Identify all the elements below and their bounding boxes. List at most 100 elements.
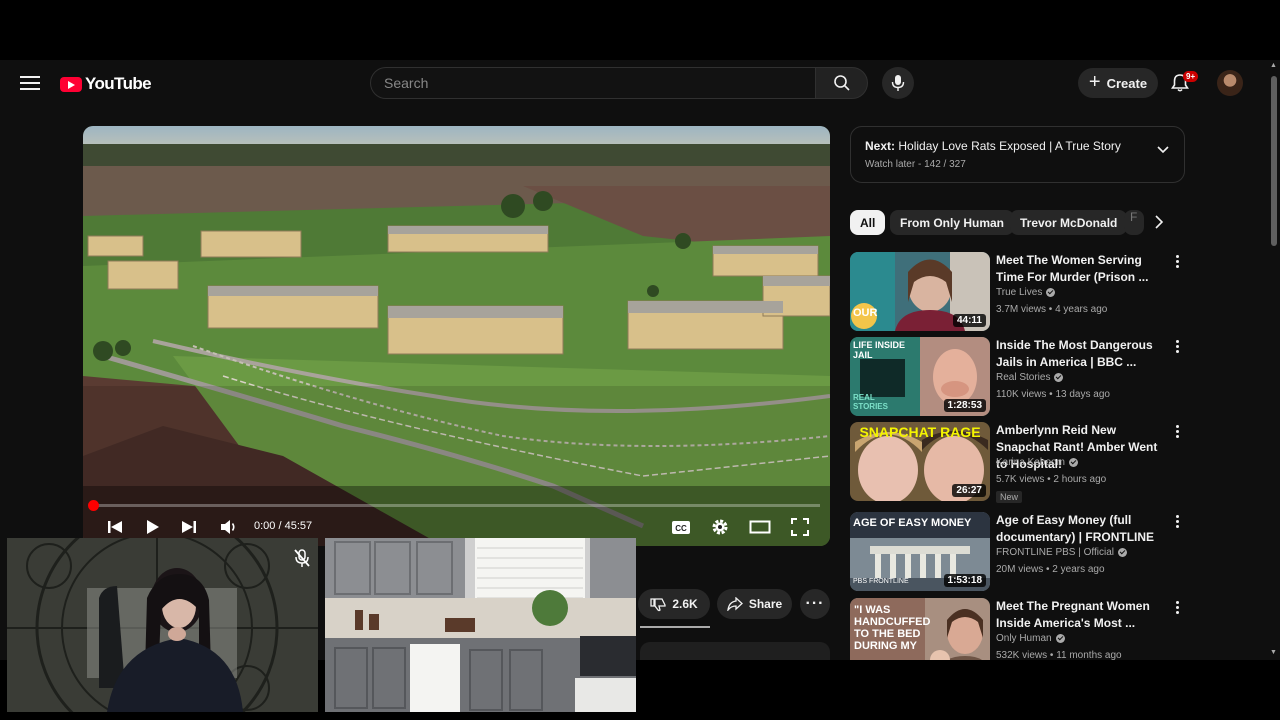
duration-badge: 1:53:18 [943, 574, 986, 587]
search-button[interactable] [815, 67, 868, 99]
streamer-webcam [7, 538, 318, 712]
youtube-play-logo-icon [60, 76, 82, 92]
scroll-down-arrow-icon[interactable]: ▼ [1270, 649, 1278, 656]
video-thumbnail[interactable]: AGE OF EASY MONEY PBS FRONTLINE 1:53:18 [850, 512, 990, 591]
volume-button[interactable] [218, 516, 240, 538]
chip-trevor-mcdonald[interactable]: Trevor McDonald [1010, 210, 1128, 235]
recommendation-item[interactable]: OUR 44:11 Meet The Women Serving Time Fo… [850, 252, 1190, 332]
duration-badge: 44:11 [952, 314, 986, 327]
verified-icon [1054, 373, 1064, 382]
video-meta: 532K views • 11 months ago [996, 650, 1122, 660]
chevron-right-icon[interactable] [1154, 214, 1164, 230]
chip-from-only-human[interactable]: From Only Human [890, 210, 1015, 235]
more-options-icon[interactable] [1174, 425, 1182, 440]
duration-badge: 26:27 [952, 484, 986, 497]
more-options-icon[interactable] [1174, 340, 1182, 355]
top-bar: YouTube Search + Create 9+ [0, 60, 1280, 106]
more-horizontal-icon: ··· [805, 595, 825, 612]
video-frame-aerial-prison [83, 126, 830, 546]
video-title[interactable]: Meet The Pregnant Women Inside America's… [996, 598, 1166, 632]
duration-badge: 1:28:53 [943, 399, 986, 412]
theater-mode-icon [749, 520, 771, 534]
more-options-icon[interactable] [1174, 601, 1182, 616]
skip-next-icon [182, 521, 196, 533]
dislike-button[interactable]: 2.6K [638, 589, 710, 619]
chip-all[interactable]: All [850, 210, 886, 235]
next-button[interactable] [179, 516, 199, 538]
menu-icon[interactable] [18, 72, 42, 94]
new-badge: New [996, 491, 1023, 503]
captions-button[interactable]: CC [669, 516, 693, 538]
video-thumbnail[interactable]: OUR 44:11 [850, 252, 990, 331]
video-meta: 20M views • 2 years ago [996, 564, 1105, 575]
video-thumbnail[interactable]: LIFE INSIDE JAIL REAL STORIES 1:28:53 [850, 337, 990, 416]
video-thumbnail[interactable]: "I WAS HANDCUFFED TO THE BED DURING MY [850, 598, 990, 660]
create-button[interactable]: + Create [1078, 68, 1158, 98]
scroll-up-arrow-icon[interactable]: ▲ [1270, 62, 1278, 69]
up-next-title: Next: Holiday Love Rats Exposed | A True… [865, 139, 1121, 153]
video-title[interactable]: Inside The Most Dangerous Jails in Ameri… [996, 337, 1166, 371]
play-icon [147, 520, 159, 534]
thumbs-down-icon [650, 598, 666, 612]
notification-badge: 9+ [1183, 71, 1199, 82]
thumbnail-text: SNAPCHAT RAGE [859, 424, 981, 440]
up-next-panel[interactable]: Next: Holiday Love Rats Exposed | A True… [850, 126, 1185, 183]
video-player[interactable]: 0:00 / 45:57 CC [83, 126, 830, 546]
video-meta: 110K views • 13 days ago [996, 389, 1110, 400]
channel-row: Real Stories [996, 372, 1064, 383]
fullscreen-icon [791, 518, 809, 536]
letterbox-top [0, 0, 1280, 60]
video-title[interactable]: Meet The Women Serving Time For Murder (… [996, 252, 1166, 286]
chevron-down-icon[interactable] [1156, 145, 1170, 155]
thumbnail-text: LIFE INSIDE JAIL [853, 340, 906, 360]
search-input[interactable]: Search [370, 67, 816, 99]
voice-search-button[interactable] [882, 67, 914, 99]
settings-button[interactable] [709, 516, 731, 538]
captions-icon: CC [672, 520, 690, 534]
previous-button[interactable] [105, 516, 125, 538]
up-next-video-title: Holiday Love Rats Exposed | A True Story [898, 139, 1121, 153]
up-next-playlist: Watch later - 142 / 327 [865, 159, 966, 170]
chip-partial[interactable]: F [1124, 210, 1144, 235]
video-title[interactable]: Age of Easy Money (full documentary) | F… [996, 512, 1166, 546]
search-placeholder: Search [384, 75, 429, 91]
channel-name[interactable]: Only Human [996, 633, 1052, 644]
description-box[interactable] [640, 642, 830, 660]
recommendation-item[interactable]: LIFE INSIDE JAIL REAL STORIES 1:28:53 In… [850, 337, 1190, 417]
mic-muted-icon [294, 549, 310, 567]
scrollbar-thumb[interactable] [1271, 76, 1277, 246]
channel-name[interactable]: True Lives [996, 287, 1042, 298]
recommendation-item[interactable]: "I WAS HANDCUFFED TO THE BED DURING MY M… [850, 598, 1190, 660]
channel-name[interactable]: Karina Kaboom [996, 457, 1065, 468]
fullscreen-button[interactable] [789, 516, 811, 538]
theater-mode-button[interactable] [748, 516, 772, 538]
microphone-icon [891, 75, 905, 91]
thumbnail-text: OUR [853, 307, 878, 319]
logo-text: YouTube [85, 74, 152, 93]
gear-icon [712, 519, 728, 535]
dislike-count: 2.6K [672, 597, 698, 611]
share-label: Share [748, 597, 783, 611]
plus-icon: + [1088, 71, 1101, 93]
channel-row: FRONTLINE PBS | Official [996, 547, 1127, 558]
kitchen-camera [325, 538, 636, 712]
recommendation-item[interactable]: SNAPCHAT RAGE 26:27 Amberlynn Reid New S… [850, 422, 1190, 503]
thumbnail-text: "I WAS HANDCUFFED TO THE BED DURING MY [854, 604, 931, 652]
youtube-logo[interactable]: YouTube [60, 74, 152, 94]
play-button[interactable] [143, 516, 163, 538]
share-button[interactable]: Share [717, 589, 792, 619]
verified-icon [1118, 548, 1127, 557]
svg-text:CC: CC [675, 524, 687, 533]
channel-name[interactable]: FRONTLINE PBS | Official [996, 547, 1114, 558]
progress-bar[interactable] [93, 504, 820, 507]
recommendation-item[interactable]: AGE OF EASY MONEY PBS FRONTLINE 1:53:18 … [850, 512, 1190, 592]
more-actions-button[interactable]: ··· [800, 589, 830, 619]
more-options-icon[interactable] [1174, 515, 1182, 530]
video-thumbnail[interactable]: SNAPCHAT RAGE 26:27 [850, 422, 990, 501]
channel-name[interactable]: Real Stories [996, 372, 1050, 383]
more-options-icon[interactable] [1174, 255, 1182, 270]
thumbnail-text: AGE OF EASY MONEY [853, 517, 972, 529]
avatar[interactable] [1217, 70, 1243, 96]
video-meta: 5.7K views • 2 hours ago [996, 474, 1107, 485]
like-ratio-bar [640, 626, 710, 628]
